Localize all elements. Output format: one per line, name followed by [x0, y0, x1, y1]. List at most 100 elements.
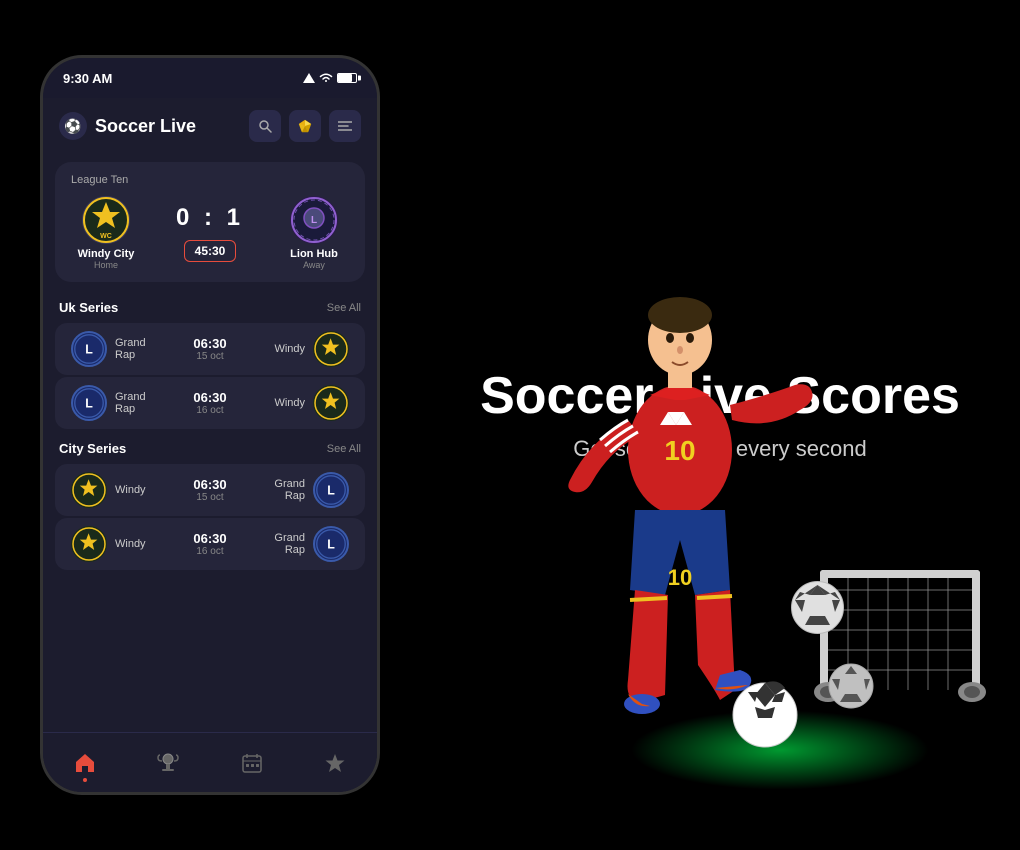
city-match-1-away-logo: L [313, 472, 349, 508]
city-match-2[interactable]: Windy 06:30 16 oct Grand Rap L [55, 518, 365, 570]
windy-logo-sm-3 [71, 472, 107, 508]
city-match-2-home-logo [71, 526, 107, 562]
uk-match-1-away-team: Windy [255, 343, 305, 355]
away-team-logo: L [290, 196, 338, 244]
uk-match-2-time: 06:30 [193, 390, 226, 405]
phone-frame: 9:30 AM [40, 55, 380, 795]
home-team-name: Windy City [78, 248, 135, 260]
lions-logo-3: L [315, 474, 347, 506]
league-label: League Ten [71, 174, 349, 186]
uk-series-header: Uk Series See All [43, 290, 377, 321]
gem-button[interactable] [289, 110, 321, 142]
match-time: 45:30 [184, 240, 237, 262]
wifi-icon [319, 73, 333, 83]
uk-match-1-home-team: Grand Rap [115, 337, 165, 361]
city-match-1-time-block: 06:30 15 oct [173, 477, 247, 503]
star-icon [324, 752, 346, 774]
uk-match-1-date: 15 oct [196, 351, 223, 362]
home-team-type: Home [94, 260, 118, 270]
match-content: WC Windy City Home 0 : 1 45:30 [71, 196, 349, 270]
header-icons [249, 110, 361, 142]
uk-match-1[interactable]: L Grand Rap 06:30 15 oct Windy [55, 323, 365, 375]
city-series-header: City Series See All [43, 431, 377, 462]
uk-match-1-time-block: 06:30 15 oct [173, 336, 247, 362]
city-match-1-away-team: Grand Rap [255, 478, 305, 502]
status-time: 9:30 AM [63, 71, 112, 86]
svg-text:L: L [327, 483, 335, 497]
svg-text:WC: WC [100, 233, 112, 240]
lions-logo-4: L [315, 528, 347, 560]
trophy-icon [157, 752, 179, 774]
home-team-logo: WC [82, 196, 130, 244]
lions-logo-1: L [73, 333, 105, 365]
city-series-see-all[interactable]: See All [327, 443, 361, 455]
city-match-2-time-block: 06:30 16 oct [173, 531, 247, 557]
svg-text:L: L [85, 396, 93, 410]
app-logo: ⚽ [59, 112, 87, 140]
uk-match-2-away-team: Windy [255, 397, 305, 409]
city-match-2-away-logo: L [313, 526, 349, 562]
uk-match-1-away-logo [313, 331, 349, 367]
nav-home-dot [83, 778, 87, 782]
uk-series-title: Uk Series [59, 300, 118, 315]
windy-logo-sm-2 [313, 385, 349, 421]
menu-button[interactable] [329, 110, 361, 142]
featured-match: League Ten WC Windy City Home [55, 162, 365, 282]
menu-icon [338, 121, 352, 131]
svg-text:10: 10 [664, 435, 695, 466]
home-team-info: WC Windy City Home [71, 196, 141, 270]
uk-match-1-time: 06:30 [193, 336, 226, 351]
nav-home[interactable] [74, 752, 96, 774]
player-illustration: 10 10 [520, 220, 840, 800]
city-match-1-time: 06:30 [193, 477, 226, 492]
battery-icon [337, 73, 357, 83]
svg-text:L: L [327, 537, 335, 551]
signal-icon [303, 73, 315, 83]
left-section: 9:30 AM [0, 0, 420, 850]
uk-match-2[interactable]: L Grand Rap 06:30 16 oct Windy [55, 377, 365, 429]
city-match-2-away-team: Grand Rap [255, 532, 305, 556]
city-match-1[interactable]: Windy 06:30 15 oct Grand Rap L [55, 464, 365, 516]
away-team-name: Lion Hub [290, 248, 338, 260]
uk-match-2-date: 16 oct [196, 405, 223, 416]
svg-text:L: L [85, 342, 93, 356]
uk-match-1-home-logo: L [71, 331, 107, 367]
home-icon [74, 752, 96, 774]
status-bar: 9:30 AM [43, 58, 377, 98]
nav-star[interactable] [324, 752, 346, 774]
score-section: 0 : 1 45:30 [176, 204, 244, 262]
nav-trophy[interactable] [157, 752, 179, 774]
lion-hub-logo-large: L [290, 196, 338, 244]
status-icons [303, 73, 357, 83]
city-match-1-date: 15 oct [196, 492, 223, 503]
app-title: Soccer Live [95, 116, 249, 137]
bottom-nav [43, 732, 377, 792]
uk-match-2-time-block: 06:30 16 oct [173, 390, 247, 416]
uk-match-2-home-team: Grand Rap [115, 391, 165, 415]
calendar-icon [241, 752, 263, 774]
city-match-2-time: 06:30 [193, 531, 226, 546]
windy-city-logo-large: WC [82, 196, 130, 244]
city-match-2-home-team: Windy [115, 538, 165, 550]
windy-logo-sm-1 [313, 331, 349, 367]
windy-logo-sm-4 [71, 526, 107, 562]
nav-calendar[interactable] [241, 752, 263, 774]
uk-match-2-away-logo [313, 385, 349, 421]
score-display: 0 : 1 [176, 204, 244, 232]
uk-match-2-home-logo: L [71, 385, 107, 421]
lions-logo-2: L [73, 387, 105, 419]
away-team-type: Away [303, 260, 325, 270]
right-section: Soccer Live Scores Get scores after ever… [420, 0, 1020, 850]
city-series-title: City Series [59, 441, 126, 456]
uk-series-see-all[interactable]: See All [327, 302, 361, 314]
city-match-1-home-team: Windy [115, 484, 165, 496]
app-header: ⚽ Soccer Live [43, 98, 377, 154]
svg-text:L: L [311, 215, 317, 226]
app-logo-icon: ⚽ [64, 118, 81, 135]
svg-text:10: 10 [668, 565, 692, 590]
city-match-1-home-logo [71, 472, 107, 508]
search-button[interactable] [249, 110, 281, 142]
city-match-2-date: 16 oct [196, 546, 223, 557]
away-team-info: L Lion Hub Away [279, 196, 349, 270]
phone-screen: ⚽ Soccer Live [43, 98, 377, 792]
